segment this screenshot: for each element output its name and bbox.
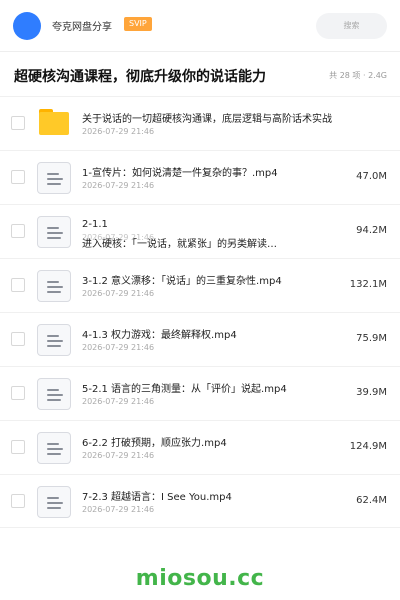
item-name: 5-2.1 语言的三角测量：从「评价」说起.mp4: [82, 384, 287, 395]
checkbox[interactable]: [11, 332, 25, 346]
item-name-overflow: 进入硬核：「一说话，就紧张」的另类解读…: [82, 239, 277, 250]
avatar[interactable]: [13, 12, 41, 40]
item-date: 2026-07-29 21:46: [82, 127, 155, 136]
file-list: 关于说话的一切超硬核沟通课，底层逻辑与高阶话术实战 2026-07-29 21:…: [0, 96, 400, 528]
title-bar: 超硬核沟通课程，彻底升级你的说话能力 共 28 项 · 2.4G: [0, 58, 400, 96]
item-date: 2026-07-29 21:46: [82, 289, 155, 298]
list-item[interactable]: 关于说话的一切超硬核沟通课，底层逻辑与高阶话术实战 2026-07-29 21:…: [0, 96, 400, 150]
item-name: 4-1.3 权力游戏：最终解释权.mp4: [82, 330, 237, 341]
app-header: 夸克网盘分享 SVIP 搜索: [0, 0, 400, 52]
video-file-icon: [37, 162, 71, 194]
item-count-size: 共 28 项 · 2.4G: [329, 71, 387, 80]
item-date: 2026-07-29 21:46: [82, 181, 155, 190]
item-size: 124.9M: [349, 441, 387, 452]
folder-icon: [39, 109, 69, 135]
item-size: 75.9M: [356, 333, 387, 344]
checkbox[interactable]: [11, 440, 25, 454]
item-name: 6-2.2 打破预期，顺应张力.mp4: [82, 438, 227, 449]
video-file-icon: [37, 270, 71, 302]
item-size: 39.9M: [356, 387, 387, 398]
item-date: 2026-07-29 21:46: [82, 397, 155, 406]
list-item[interactable]: 7-2.3 超越语言：I See You.mp4 2026-07-29 21:4…: [0, 474, 400, 528]
item-name: 1-宣传片：如何说清楚一件复杂的事？.mp4: [82, 168, 278, 179]
item-size: 94.2M: [356, 225, 387, 236]
item-date: 2026-07-29 21:46: [82, 505, 155, 514]
item-size: 132.1M: [349, 279, 387, 290]
svip-badge: SVIP: [124, 17, 152, 31]
checkbox[interactable]: [11, 494, 25, 508]
item-date: 2026-07-29 21:46: [82, 451, 155, 460]
item-name: 关于说话的一切超硬核沟通课，底层逻辑与高阶话术实战: [82, 114, 332, 125]
checkbox[interactable]: [11, 224, 25, 238]
app-title: 夸克网盘分享: [52, 22, 112, 33]
video-file-icon: [37, 378, 71, 410]
list-item[interactable]: 3-1.2 意义漂移：「说话」的三重复杂性.mp4 2026-07-29 21:…: [0, 258, 400, 312]
list-item[interactable]: 5-2.1 语言的三角测量：从「评价」说起.mp4 2026-07-29 21:…: [0, 366, 400, 420]
watermark: miosou.cc: [135, 566, 265, 591]
list-item[interactable]: 1-宣传片：如何说清楚一件复杂的事？.mp4 2026-07-29 21:46 …: [0, 150, 400, 204]
item-name: 3-1.2 意义漂移：「说话」的三重复杂性.mp4: [82, 276, 282, 287]
checkbox[interactable]: [11, 116, 25, 130]
checkbox[interactable]: [11, 170, 25, 184]
page-title: 超硬核沟通课程，彻底升级你的说话能力: [14, 69, 266, 85]
checkbox[interactable]: [11, 386, 25, 400]
item-date: 2026-07-29 21:46: [82, 343, 155, 352]
video-file-icon: [37, 486, 71, 518]
video-file-icon: [37, 216, 71, 248]
list-item[interactable]: 6-2.2 打破预期，顺应张力.mp4 2026-07-29 21:46 124…: [0, 420, 400, 474]
checkbox[interactable]: [11, 278, 25, 292]
video-file-icon: [37, 324, 71, 356]
list-item[interactable]: 4-1.3 权力游戏：最终解释权.mp4 2026-07-29 21:46 75…: [0, 312, 400, 366]
item-name: 7-2.3 超越语言：I See You.mp4: [82, 492, 232, 503]
item-name: 2-1.1: [82, 219, 108, 230]
item-size: 62.4M: [356, 495, 387, 506]
item-size: 47.0M: [356, 171, 387, 182]
list-item[interactable]: 2-1.1 2026-07-29 21:46 进入硬核：「一说话，就紧张」的另类…: [0, 204, 400, 258]
video-file-icon: [37, 432, 71, 464]
search-input[interactable]: 搜索: [316, 13, 387, 39]
